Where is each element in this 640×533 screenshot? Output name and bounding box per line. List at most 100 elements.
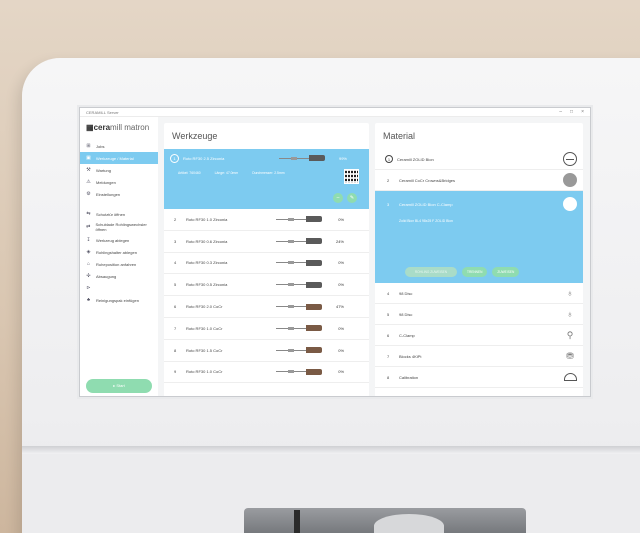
- tool-wear: 0%: [338, 369, 344, 375]
- tool-remove-button[interactable]: –: [333, 193, 343, 203]
- material-actions: ROHLING ZUWEISEN TRENNEN ZUWEISEN: [405, 267, 520, 277]
- sidebar-item-rest-position[interactable]: ⌂ Ruheposition anfahren: [80, 258, 158, 270]
- close-icon[interactable]: ×: [581, 109, 584, 115]
- tool-row[interactable]: 6 Roto RF30 2.0 CoCr 47%: [164, 296, 369, 318]
- tools-panel-title: Werkzeuge: [172, 131, 218, 141]
- tool-wear: 0%: [338, 325, 344, 331]
- assign-blank-button[interactable]: ROHLING ZUWEISEN: [405, 267, 457, 277]
- jobs-icon: ⊞: [86, 143, 91, 149]
- tool-slot-number: 5: [174, 282, 177, 288]
- material-name: Calibration: [399, 374, 419, 380]
- tool-row[interactable]: 3 Roto RF30 0.6 Zirconia 24%: [164, 231, 369, 253]
- material-slot-number: 8: [387, 374, 390, 380]
- sidebar-item-messages[interactable]: ⚠ Meldungen: [80, 176, 158, 188]
- tool-details: Artikel: 760460 Länge: 47.0mm Durchmesse…: [170, 163, 363, 175]
- cleaning-icon: ♣: [86, 297, 91, 303]
- sidebar-item-tools-material[interactable]: ▣ Werkzeuge / Material: [80, 152, 158, 164]
- start-button[interactable]: ▸ Start: [86, 379, 152, 393]
- sidebar-item-suction[interactable]: ✣ Absaugung: [80, 270, 158, 282]
- material-name: Ceramill CoCr Crowns&Bridges: [399, 177, 456, 183]
- fixture-icon: ♁: [566, 288, 574, 298]
- window-title: CERAMILL Server: [86, 109, 119, 115]
- material-slot-number: 2: [387, 177, 390, 183]
- material-name: 98 Disc: [399, 311, 413, 317]
- maximize-icon[interactable]: □: [570, 109, 573, 115]
- tool-wear: 0%: [338, 260, 344, 266]
- material-item[interactable]: 7 Blocks 4KiPt ⛃: [375, 346, 583, 367]
- qr-code-icon: [344, 169, 359, 184]
- sidebar-item-maintenance[interactable]: ⚒ Wartung: [80, 164, 158, 176]
- logo: ▦ceramill matron: [80, 123, 158, 140]
- tool-row[interactable]: 2 Roto RF30 1.0 Zirconia 0%: [164, 209, 369, 231]
- tool-wear: 0%: [338, 282, 344, 288]
- tool-slot-number: 1: [170, 153, 179, 163]
- tool-name: Roto RF30 2.0 CoCr: [186, 304, 223, 310]
- sidebar-item-label: Absaugung: [96, 273, 117, 279]
- housing-seam: [22, 446, 640, 454]
- tool-row[interactable]: 4 Roto RF30 0.3 Zirconia 0%: [164, 253, 369, 275]
- sidebar-item-label: Jobs: [96, 143, 105, 149]
- tool-name: Roto RF30 1.0 CoCr: [186, 325, 223, 331]
- drawer-icon: ⇄: [86, 224, 91, 230]
- material-blank-info: Zolid Bion BL4 98x25 F ZOLID Bion: [399, 219, 453, 223]
- sidebar-item-jobs[interactable]: ⊞ Jobs: [80, 140, 158, 152]
- milling-tool-icon: [276, 303, 324, 311]
- material-panel: Material 1 Ceramill ZOLID Bion 2 Ceramil…: [375, 123, 583, 396]
- material-item[interactable]: 6 C-Clamp ⚲: [375, 325, 583, 346]
- tool-row[interactable]: 8 Roto RF30 1.5 CoCr 0%: [164, 340, 369, 362]
- logo-suffix: mill matron: [110, 123, 150, 132]
- separate-button[interactable]: TRENNEN: [462, 267, 488, 277]
- tool-name: Roto RF30 1.0 CoCr: [186, 369, 223, 375]
- tool-row[interactable]: 9 Roto RF30 1.0 CoCr 0%: [164, 362, 369, 384]
- minimize-icon[interactable]: –: [559, 109, 562, 115]
- holder-icon: ◈: [86, 249, 91, 255]
- material-item[interactable]: 5 98 Disc ♁: [375, 304, 583, 325]
- tool-article: Artikel: 760460: [178, 171, 201, 175]
- tool-row[interactable]: 5 Roto RF30 0.5 Zirconia 0%: [164, 274, 369, 297]
- sidebar-item-insert-cleaning[interactable]: ♣ Reinigungspak einfügen: [80, 294, 158, 306]
- material-slot-number: 5: [387, 311, 390, 317]
- milling-tool-icon: [276, 324, 324, 332]
- sidebar-item-label: Rohlingshalter ablegen: [96, 249, 137, 255]
- milling-tool-icon: [276, 259, 324, 267]
- sidebar-item-open-drawer[interactable]: ⇄ Schublade Rohlingswechsler öffnen: [80, 220, 158, 234]
- material-item[interactable]: 2 Ceramill CoCr Crowns&Bridges: [375, 170, 583, 191]
- tool-drop-icon: ↧: [86, 237, 91, 243]
- blocks-icon: ⛃: [566, 351, 574, 361]
- suction-icon: ✣: [86, 273, 91, 279]
- tool-slot-number: 2: [174, 216, 177, 222]
- material-item[interactable]: 1 Ceramill ZOLID Bion: [375, 149, 583, 170]
- material-item[interactable]: 8 Calibration: [375, 367, 583, 388]
- tool-length: Länge: 47.0mm: [214, 171, 239, 175]
- milling-tool-icon: [276, 281, 324, 289]
- milling-bit: [294, 510, 300, 533]
- sidebar-item-settings[interactable]: ⚙ Einstellungen: [80, 188, 158, 200]
- selected-tool-card[interactable]: 1 Roto RF30 2.5 Zirconia 99% Artikel: 76…: [164, 149, 369, 209]
- material-slot-number: 1: [385, 155, 393, 163]
- tool-wear: 0%: [338, 347, 344, 353]
- material-name: Ceramill ZOLID Bion: [397, 156, 434, 162]
- material-item[interactable]: 4 98 Disc ♁: [375, 283, 583, 304]
- sidebar-item-open-door[interactable]: ⇆ Schutztür öffnen: [80, 208, 158, 220]
- clamp-icon: ⚲: [566, 330, 574, 340]
- assign-button[interactable]: ZUWEISEN: [492, 267, 520, 277]
- tool-row[interactable]: 7 Roto RF30 1.0 CoCr 0%: [164, 318, 369, 340]
- tool-name: Roto RF30 1.5 CoCr: [186, 347, 223, 353]
- sidebar-item-drop-holder[interactable]: ◈ Rohlingshalter ablegen: [80, 246, 158, 258]
- sidebar-item-drop-tool[interactable]: ↧ Werkzeug ablegen: [80, 234, 158, 246]
- material-name: Ceramill ZOLID Bion C-Clamp: [399, 201, 453, 207]
- sidebar-item-label: Ruheposition anfahren: [96, 261, 137, 267]
- touch-screen: CERAMILL Server – □ × ▦ceramill matron ⊞…: [79, 107, 591, 397]
- tools-icon: ▣: [86, 155, 91, 161]
- gray-disc-icon: [563, 173, 577, 187]
- sidebar: ▦ceramill matron ⊞ Jobs ▣ Werkzeuge / Ma…: [80, 117, 158, 396]
- sidebar-item-label: Einstellungen: [96, 191, 121, 197]
- sidebar-item-label: Schublade Rohlingswechsler öffnen: [95, 222, 147, 232]
- disabled-item-icon: ⊳: [86, 285, 91, 291]
- selected-material-card[interactable]: 3 Ceramill ZOLID Bion C-Clamp Zolid Bion…: [375, 191, 583, 283]
- tool-edit-button[interactable]: ✎: [347, 193, 357, 203]
- tool-name: Roto RF30 0.3 Zirconia: [186, 260, 228, 266]
- material-name: C-Clamp: [399, 332, 415, 338]
- nav-divider: [80, 200, 158, 208]
- sidebar-item-label: Schutztür öffnen: [96, 211, 126, 217]
